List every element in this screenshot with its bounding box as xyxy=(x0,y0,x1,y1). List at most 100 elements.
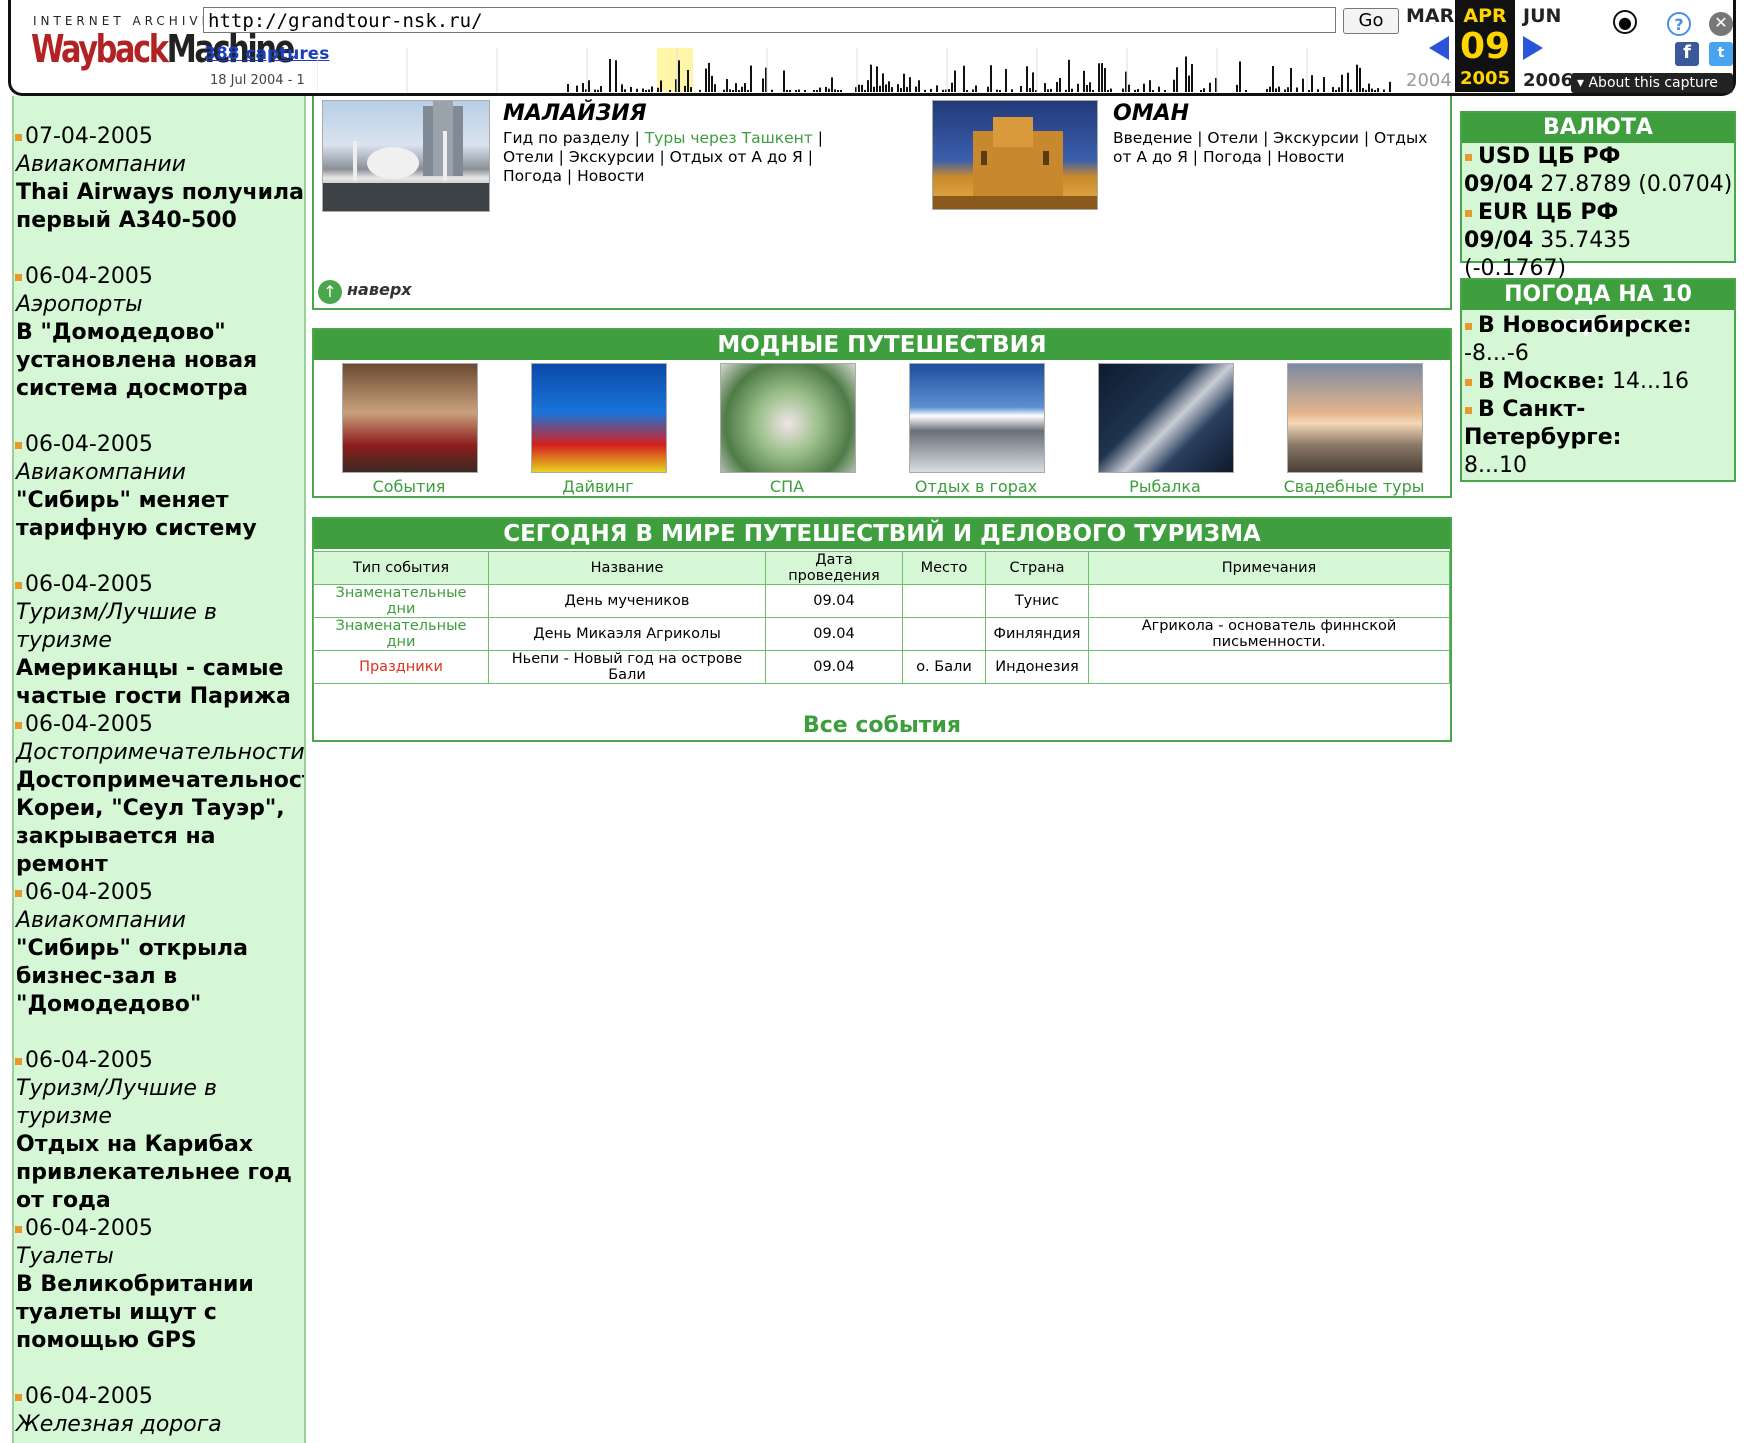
link-tours-tashkent[interactable]: Туры через Ташкент xyxy=(645,129,813,147)
currency-title: ВАЛЮТА xyxy=(1462,113,1734,143)
events-photo[interactable] xyxy=(342,363,478,473)
col-header: Страна xyxy=(985,551,1089,585)
news-category[interactable]: Железная дорога xyxy=(14,1411,304,1439)
news-title[interactable]: "Сибирь" открыла бизнес-зал в "Домодедов… xyxy=(14,935,304,1019)
link-hotels[interactable]: Отели xyxy=(503,148,554,166)
msk-label: В Москве: xyxy=(1478,369,1606,394)
active-date: APR 09 2005 xyxy=(1455,0,1515,92)
news-item[interactable]: 06-04-2005 Туризм/Лучшие в туризме Отдых… xyxy=(14,1047,304,1215)
link-guide[interactable]: Гид по разделу xyxy=(503,129,630,147)
url-input[interactable]: http://grandtour-nsk.ru/ xyxy=(203,7,1336,33)
link-excursions[interactable]: Экскурсии xyxy=(1273,129,1359,147)
news-item[interactable]: 06-04-2005 Достопримечательности Достопр… xyxy=(14,711,304,879)
close-icon[interactable]: ✕ xyxy=(1709,12,1733,36)
all-events-link[interactable]: Все события xyxy=(312,713,1452,738)
usd-value: 27.8789 (0.0704) xyxy=(1540,172,1733,197)
fashion-mountains-link[interactable]: Отдых в горах xyxy=(881,477,1071,496)
captures-link[interactable]: 388 captures xyxy=(204,44,329,64)
next-year[interactable]: 2006 xyxy=(1523,70,1573,91)
link-intro[interactable]: Введение xyxy=(1113,129,1192,147)
bullet-icon xyxy=(15,581,22,589)
fashion-travel-panel: МОДНЫЕ ПУТЕШЕСТВИЯ xyxy=(312,328,1452,498)
back-to-top-link[interactable]: наверх xyxy=(347,280,412,299)
user-account-icon[interactable]: ● xyxy=(1613,10,1637,34)
capture-sparkline[interactable] xyxy=(317,48,1397,92)
news-title[interactable]: Американцы - самые частые гости Парижа xyxy=(14,655,304,711)
bullet-icon xyxy=(15,1057,22,1065)
news-category[interactable]: Аэропорты xyxy=(14,291,304,319)
arrow-up-icon[interactable]: ↑ xyxy=(318,280,342,304)
facebook-icon[interactable]: f xyxy=(1675,42,1699,66)
link-weather[interactable]: Погода xyxy=(503,167,562,185)
news-category[interactable]: Авиакомпании xyxy=(14,151,304,179)
news-title[interactable]: Отдых на Карибах привлекательнее год от … xyxy=(14,1131,304,1215)
malaysia-title[interactable]: МАЛАЙЗИЯ xyxy=(503,101,647,126)
news-item[interactable]: 06-04-2005 Авиакомпании "Сибирь" открыла… xyxy=(14,879,304,1019)
news-item[interactable]: 06-04-2005 Туалеты В Великобритании туал… xyxy=(14,1215,304,1355)
bullet-icon xyxy=(15,889,22,897)
news-category[interactable]: Достопримечательности xyxy=(14,739,304,767)
news-category[interactable]: Туалеты xyxy=(14,1243,304,1271)
spb-value: 8...10 xyxy=(1464,453,1527,478)
prev-month[interactable]: MAR xyxy=(1406,5,1454,27)
news-item[interactable]: 06-04-2005 Железная дорога xyxy=(14,1383,304,1439)
oman-links: Введение | Отели | Экскурсии | Отдых от … xyxy=(1113,129,1428,166)
event-notes: Агрикола - основатель финнской письменно… xyxy=(1088,617,1450,651)
malaysia-photo[interactable] xyxy=(322,100,490,212)
event-notes xyxy=(1088,650,1450,684)
help-icon[interactable]: ? xyxy=(1667,12,1691,36)
event-notes xyxy=(1088,584,1450,618)
prev-year[interactable]: 2004 xyxy=(1406,70,1452,91)
fashion-spa-link[interactable]: СПА xyxy=(692,477,882,496)
news-category[interactable]: Туризм/Лучшие в туризме xyxy=(14,599,304,655)
fishing-photo[interactable] xyxy=(1098,363,1234,473)
nsk-label: В Новосибирске: xyxy=(1478,313,1692,338)
mountains-photo[interactable] xyxy=(909,363,1045,473)
prev-capture-arrow-icon[interactable] xyxy=(1429,36,1449,60)
nsk-value: -8...-6 xyxy=(1464,341,1529,366)
news-category[interactable]: Авиакомпании xyxy=(14,907,304,935)
event-date: 09.04 xyxy=(765,584,903,618)
link-excursions[interactable]: Экскурсии xyxy=(569,148,655,166)
next-month[interactable]: JUN xyxy=(1523,5,1561,27)
twitter-icon[interactable]: t xyxy=(1709,42,1733,66)
about-capture-button[interactable]: ▾ About this capture xyxy=(1571,73,1733,93)
link-news[interactable]: Новости xyxy=(577,167,644,185)
news-title[interactable]: В "Домодедово" установлена новая система… xyxy=(14,319,304,403)
next-capture-arrow-icon[interactable] xyxy=(1523,36,1543,60)
bullet-icon xyxy=(15,273,22,281)
fashion-wedding-link[interactable]: Свадебные туры xyxy=(1259,477,1449,496)
wedding-tours-photo[interactable] xyxy=(1287,363,1423,473)
weather-title: ПОГОДА НА 10 апреля xyxy=(1462,280,1734,337)
link-weather[interactable]: Погода xyxy=(1203,148,1262,166)
link-news[interactable]: Новости xyxy=(1277,148,1344,166)
spa-photo[interactable] xyxy=(720,363,856,473)
news-title[interactable]: Thai Airways получила первый A340-500 xyxy=(14,179,304,235)
bullet-icon xyxy=(15,1393,22,1401)
table-row: Праздники Ньепи - Новый год на острове Б… xyxy=(313,650,1450,684)
link-hotels[interactable]: Отели xyxy=(1207,129,1258,147)
news-title[interactable]: Достопримечательность Кореи, "Сеул Тауэр… xyxy=(14,767,304,879)
news-item[interactable]: 06-04-2005 Туризм/Лучшие в туризме Амери… xyxy=(14,571,304,711)
news-category[interactable]: Туризм/Лучшие в туризме xyxy=(14,1075,304,1131)
news-title[interactable]: В Великобритании туалеты ищут с помощью … xyxy=(14,1271,304,1355)
news-category[interactable]: Авиакомпании xyxy=(14,459,304,487)
go-button[interactable]: Go xyxy=(1343,8,1399,34)
currency-panel: ВАЛЮТА USD ЦБ РФ 09/04 27.8789 (0.0704) … xyxy=(1460,111,1736,281)
fashion-fishing-link[interactable]: Рыбалка xyxy=(1070,477,1260,496)
event-type-link[interactable]: Знаменательные дни xyxy=(313,584,489,618)
bullet-icon xyxy=(1465,406,1472,414)
event-place: о. Бали xyxy=(902,650,986,684)
news-item[interactable]: 07-04-2005 Авиакомпании Thai Airways пол… xyxy=(14,123,304,235)
event-type-link[interactable]: Знаменательные дни xyxy=(313,617,489,651)
diving-photo[interactable] xyxy=(531,363,667,473)
news-title[interactable]: "Сибирь" меняет тарифную систему xyxy=(14,487,304,543)
oman-photo[interactable] xyxy=(932,100,1098,210)
link-a-to-z[interactable]: Отдых от А до Я xyxy=(670,148,803,166)
fashion-events-link[interactable]: События xyxy=(314,477,504,496)
event-type-link[interactable]: Праздники xyxy=(313,650,489,684)
fashion-diving-link[interactable]: Дайвинг xyxy=(503,477,693,496)
oman-title[interactable]: ОМАН xyxy=(1113,101,1189,126)
news-item[interactable]: 06-04-2005 Авиакомпании "Сибирь" меняет … xyxy=(14,431,304,543)
news-item[interactable]: 06-04-2005 Аэропорты В "Домодедово" уста… xyxy=(14,263,304,403)
